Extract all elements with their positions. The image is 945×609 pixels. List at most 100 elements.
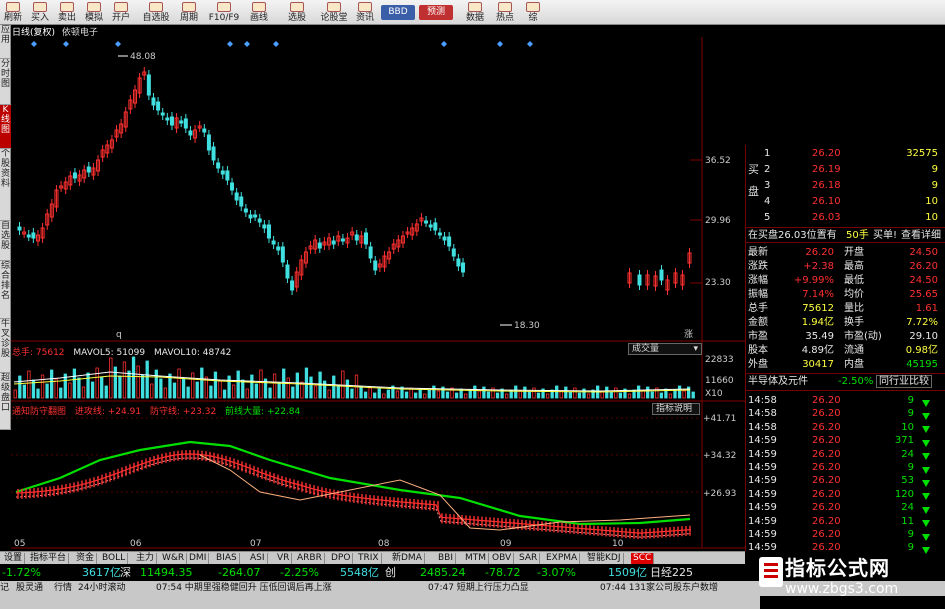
candle-body	[461, 262, 466, 273]
volume-bar	[209, 385, 213, 399]
volume-bar	[545, 393, 550, 399]
volume-bar	[368, 387, 372, 399]
separator	[746, 390, 945, 391]
sector-name[interactable]: 半导体及元件	[748, 375, 808, 388]
indicator-tab[interactable]: DMI	[187, 553, 210, 564]
event-diamond-icon	[497, 41, 503, 47]
news-item[interactable]: 07:47 短期上行压力凸显	[428, 581, 529, 596]
mavol5-label: MAVOL5: 51099	[73, 348, 146, 358]
indicator-tab[interactable]: 资金	[74, 553, 98, 564]
indicator-tab[interactable]: TRIX	[356, 553, 382, 564]
candle-body	[183, 118, 188, 129]
volume-bar	[236, 370, 240, 399]
volume-bar	[432, 385, 436, 399]
indicator-tab[interactable]: ASI	[248, 553, 268, 564]
event-diamond-icon	[441, 41, 447, 47]
kline-chart[interactable]: 36.52 29.96 23.30 22833 11660 X10 +41.71 +34.32…	[0, 0, 745, 551]
bid-row[interactable]: 1 26.20 32575	[746, 147, 942, 160]
stat-value: 24.50	[909, 247, 938, 258]
indicator-tab[interactable]: 设置	[2, 553, 26, 564]
indicator-tab[interactable]: 指标平台	[28, 553, 70, 564]
bid-row[interactable]: 3 26.18 9	[746, 179, 942, 192]
news-tab-rolling[interactable]: 24小时滚动	[78, 581, 125, 596]
candle-body	[317, 242, 322, 249]
attack-line-label: 进攻线: +24.91	[74, 407, 142, 417]
volume-indicator-select[interactable]: 成交量 ▾	[628, 343, 702, 355]
tick-price: 26.20	[812, 435, 841, 447]
indicator-tab[interactable]: SCC	[631, 553, 655, 564]
volume-bar	[427, 389, 431, 399]
volume-bar	[213, 371, 218, 399]
indicator-tab[interactable]: 新DMA	[390, 553, 425, 564]
indicator-tab[interactable]: BIAS	[214, 553, 240, 564]
tick-time: 14:59	[748, 502, 777, 514]
candle-body	[451, 248, 456, 257]
indicator-tab[interactable]: W&R	[160, 553, 188, 564]
tick-volume: 10	[901, 421, 914, 433]
indicator-help-button[interactable]: 指标说明	[652, 403, 700, 415]
indicator-tab[interactable]: BOLL	[100, 553, 129, 564]
bid-volume: 10	[925, 212, 938, 223]
indicator-tab[interactable]: OBV	[490, 553, 515, 564]
volume-bar	[336, 384, 340, 399]
stat-value: 1.94亿	[801, 317, 834, 328]
stat-label: 量比	[844, 303, 864, 314]
indicator-tab[interactable]: EXPMA	[544, 553, 581, 564]
indicator-tab[interactable]: SAR	[517, 553, 541, 564]
volume-bar	[36, 388, 40, 399]
volume-bar	[577, 392, 582, 399]
volume-bar	[322, 380, 327, 399]
volume-bar	[68, 382, 72, 399]
news-tab-quote[interactable]: 行情	[54, 581, 72, 596]
news-tab-record[interactable]: 记	[0, 581, 9, 596]
volume-bar	[313, 385, 318, 399]
volume-bar	[227, 375, 231, 399]
position-line: 在买盘26.03位置有 50手 买单! 查看详细	[748, 229, 941, 242]
indicator-tab[interactable]: MTM	[463, 553, 490, 564]
stat-label: 内盘	[844, 359, 864, 370]
indicator-tab[interactable]: ARBR	[295, 553, 325, 564]
stat-row: 股本 4.89亿 流通 0.98亿	[746, 344, 942, 357]
volume-bar	[477, 390, 482, 399]
stat-label: 市盈	[748, 331, 768, 342]
candle-body	[340, 238, 345, 242]
volume-bar	[568, 391, 572, 399]
indicator-tab[interactable]: BBI	[436, 553, 457, 564]
volume-axis-label: X10	[705, 389, 723, 399]
volume-bar	[72, 368, 77, 399]
volume-bar	[163, 387, 168, 399]
sh-change-pct: -1.72%	[2, 566, 41, 579]
indicator-tab[interactable]: 智能KDJ	[585, 553, 624, 564]
sz-label: 深	[120, 566, 131, 579]
volume-bar	[159, 378, 163, 399]
site-watermark: 指标公式网 www.zbgs3.com	[755, 549, 945, 609]
candle-body	[225, 170, 230, 181]
candle-body	[188, 130, 193, 136]
volume-bar	[486, 391, 491, 399]
bid-row[interactable]: 4 26.10 10	[746, 195, 942, 208]
stat-label: 振幅	[748, 289, 768, 300]
news-item[interactable]: 07:54 中期里强稳健回升 压低回调后再上涨	[156, 581, 332, 596]
volume-bar	[122, 361, 127, 399]
tick-row: 14:59 26.20 9	[746, 461, 942, 474]
news-tab-stocklink[interactable]: 股灵通	[16, 581, 43, 596]
indicator-tab[interactable]: 主力	[134, 553, 158, 564]
volume-bar	[140, 374, 145, 399]
candle-body	[276, 246, 281, 251]
bid-row[interactable]: 5 26.03 10	[746, 211, 942, 224]
detail-link[interactable]: 查看详细	[901, 229, 941, 242]
event-diamond-icon	[244, 41, 250, 47]
event-diamond-icon	[63, 41, 69, 47]
volume-bar	[45, 383, 49, 399]
volume-bar	[564, 386, 568, 399]
indicator-tab[interactable]: DPO	[329, 553, 354, 564]
news-item[interactable]: 07:44 131家公司股东户数增	[600, 581, 718, 596]
industry-compare-button[interactable]: 同行业比较	[876, 375, 932, 388]
candle-body	[230, 182, 235, 191]
buy-one-link[interactable]: 买单!	[873, 229, 897, 242]
indicator-tab[interactable]: VR	[275, 553, 293, 564]
volume-bar	[200, 367, 204, 399]
bid-row[interactable]: 2 26.19 9	[746, 163, 942, 176]
tick-time: 14:58	[748, 408, 777, 420]
volume-bar	[54, 378, 58, 399]
